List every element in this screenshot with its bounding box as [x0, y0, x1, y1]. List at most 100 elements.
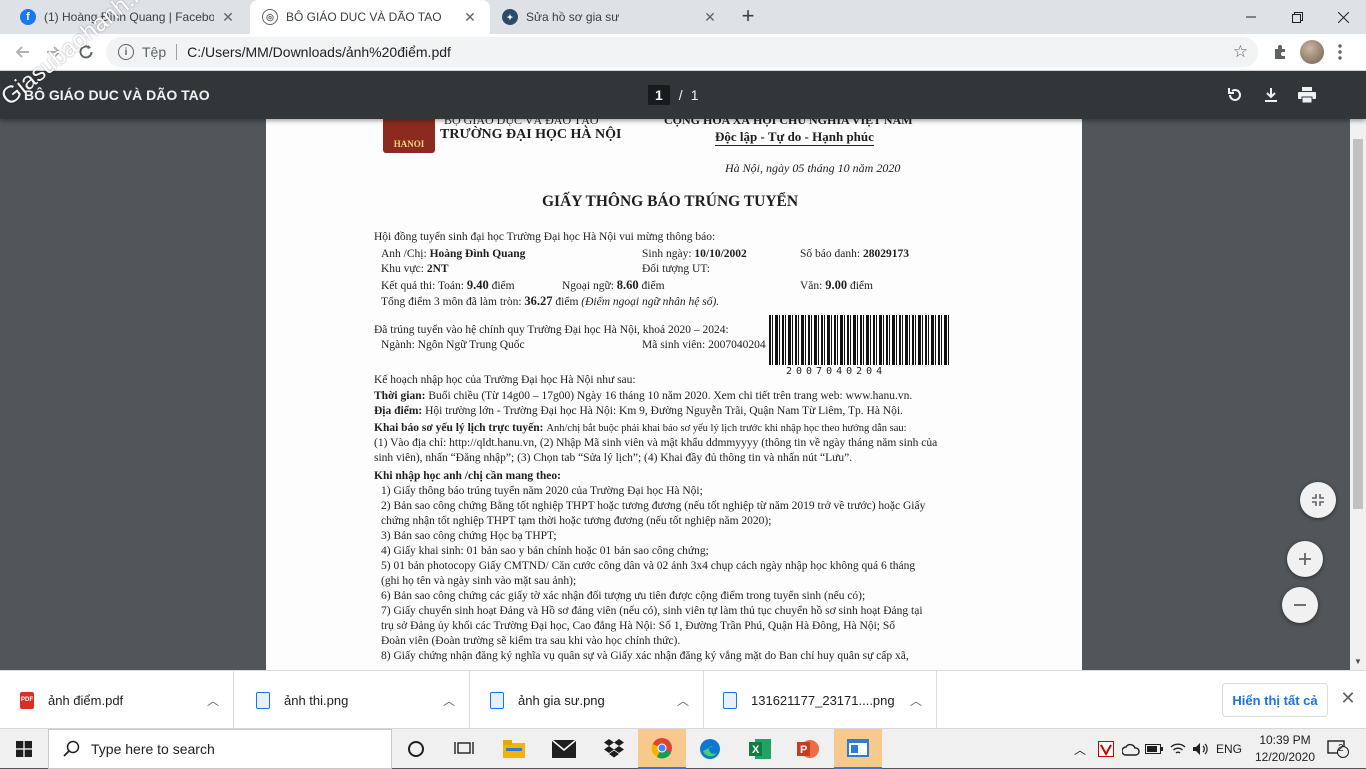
- windows-start-icon[interactable]: [0, 729, 48, 769]
- new-tab-button[interactable]: +: [736, 5, 760, 29]
- requirement-item: chứng nhận tốt nghiệp THPT tạm thời hoặc…: [381, 515, 772, 527]
- language-indicator[interactable]: ENG: [1214, 729, 1244, 769]
- excel-icon[interactable]: X: [736, 729, 784, 769]
- vertical-scrollbar[interactable]: ▲ ▼: [1350, 71, 1366, 670]
- pdf-page: HANOI BỘ GIÁO DỤC VÀ ĐÀO TẠO TRƯỜNG ĐẠI …: [266, 119, 1082, 670]
- task-view-icon[interactable]: [440, 729, 488, 769]
- document-heading: GIẤY THÔNG BÁO TRÚNG TUYỂN: [542, 193, 799, 210]
- close-icon[interactable]: ✕: [702, 9, 718, 26]
- pdf-title: BÔ GIÁO DUC VÀ DÃO TAO: [24, 87, 210, 103]
- browser-toolbar: i Tệp C:/Users/MM/Downloads/ảnh%20điểm.p…: [0, 34, 1366, 71]
- notification-count: 2: [1338, 743, 1344, 754]
- cloud-icon[interactable]: [1120, 729, 1142, 769]
- name-row: Anh /Chị: Hoàng Đình Quang: [381, 248, 526, 260]
- scroll-down-icon[interactable]: ▼: [1354, 657, 1362, 666]
- image-file-icon: [723, 691, 737, 709]
- close-icon[interactable]: ✕: [462, 9, 478, 26]
- requirement-item: 1) Giấy thông báo trúng tuyển năm 2020 c…: [381, 485, 703, 497]
- student-id-line: Mã sinh viên: 2007040204: [642, 339, 766, 351]
- info-icon[interactable]: i: [118, 44, 134, 60]
- globe-icon: ◎: [262, 9, 278, 25]
- close-window-icon[interactable]: [1320, 0, 1366, 34]
- search-placeholder: Type here to search: [91, 741, 215, 757]
- taskbar-search-input[interactable]: Type here to search: [48, 729, 392, 769]
- pdf-viewport[interactable]: HANOI BỘ GIÁO DỤC VÀ ĐÀO TẠO TRƯỜNG ĐẠI …: [0, 119, 1350, 670]
- download-shelf: PDF ảnh điểm.pdf ︿ ảnh thi.png ︿ ảnh gia…: [0, 670, 1366, 729]
- requirement-item: 8) Giấy chứng nhận đăng ký nghĩa vụ quân…: [381, 650, 909, 662]
- dropbox-icon[interactable]: [590, 729, 638, 769]
- volume-icon[interactable]: [1190, 729, 1210, 769]
- window-app-icon[interactable]: [834, 729, 882, 769]
- minimize-icon[interactable]: [1228, 0, 1274, 34]
- tab-strip: f (1) Hoàng Đình Quang | Faceboo ✕ ◎ BÔ …: [0, 0, 1366, 34]
- requirement-item: 5) 01 bản photocopy Giấy CMTND/ Căn cước…: [381, 560, 916, 572]
- zoom-out-button[interactable]: [1282, 587, 1318, 623]
- tab-pdf[interactable]: ◎ BÔ GIÁO DUC VÀ DÃO TAO ✕: [250, 0, 490, 34]
- menu-dots-icon[interactable]: [1328, 40, 1352, 64]
- plan-line: Kế hoạch nhập học của Trường Đại học Hà …: [374, 374, 636, 386]
- republic-name: CỘNG HÒA XÃ HỘI CHỦ NGHĨA VIỆT NAM: [664, 119, 913, 127]
- page-separator: /: [678, 87, 683, 103]
- profile-avatar[interactable]: [1300, 40, 1324, 64]
- file-explorer-icon[interactable]: [490, 729, 538, 769]
- mail-icon[interactable]: [540, 729, 588, 769]
- download-name: 131621177_23171....png: [751, 692, 895, 708]
- rotate-icon[interactable]: [1224, 84, 1246, 106]
- download-item[interactable]: PDF ảnh điểm.pdf ︿: [0, 671, 234, 729]
- fit-page-button[interactable]: [1300, 482, 1336, 518]
- battery-icon[interactable]: [1144, 729, 1164, 769]
- download-icon[interactable]: [1260, 84, 1282, 106]
- requirement-item: 4) Giấy khai sinh: 01 bản sao y bản chín…: [381, 545, 709, 557]
- math-score: Kết quả thi: Toán: 9.40 điểm: [381, 278, 515, 292]
- show-all-downloads-button[interactable]: Hiển thị tất cả: [1222, 683, 1328, 717]
- address-bar[interactable]: i Tệp C:/Users/MM/Downloads/ảnh%20điểm.p…: [106, 37, 1258, 67]
- close-icon[interactable]: ✕: [220, 9, 236, 26]
- download-name: ảnh thi.png: [284, 692, 349, 708]
- chevron-up-icon[interactable]: ︿: [663, 692, 703, 709]
- time-line: Thời gian: Buổi chiều (Từ 14g00 – 17g00)…: [374, 390, 913, 402]
- wifi-icon[interactable]: [1168, 729, 1188, 769]
- bookmark-star-icon[interactable]: ☆: [1233, 42, 1248, 62]
- taskbar-clock[interactable]: 10:39 PM 12/20/2020: [1252, 732, 1318, 766]
- site-icon: ✦: [502, 9, 518, 25]
- greeting-line: Hội đồng tuyển sinh đại học Trường Đại h…: [374, 231, 716, 243]
- powerpoint-icon[interactable]: P: [784, 729, 832, 769]
- total-score: Tổng điểm 3 môn đã làm tròn: 36.27 điểm …: [381, 294, 720, 308]
- chevron-up-icon[interactable]: ︿: [896, 692, 936, 709]
- declare-line-3: sinh viên), nhấn “Đăng nhập”; (3) Chọn t…: [374, 452, 853, 464]
- download-item[interactable]: 131621177_23171....png ︿: [703, 671, 937, 729]
- facebook-icon: f: [20, 9, 36, 25]
- tab-title: BÔ GIÁO DUC VÀ DÃO TAO: [286, 10, 442, 24]
- national-motto: Độc lập - Tự do - Hạnh phúc: [715, 129, 874, 146]
- page-number-input[interactable]: 1: [648, 85, 670, 105]
- admission-line: Đã trúng tuyển vào hệ chính quy Trường Đ…: [374, 324, 729, 336]
- download-item[interactable]: ảnh gia sư.png ︿: [470, 671, 704, 729]
- edge-icon[interactable]: [686, 729, 734, 769]
- clock-date: 12/20/2020: [1254, 750, 1316, 764]
- download-item[interactable]: ảnh thi.png ︿: [236, 671, 470, 729]
- close-icon[interactable]: ✕: [1338, 688, 1358, 712]
- tab-title: Sửa hồ sơ gia sư: [526, 10, 620, 24]
- chevron-up-icon[interactable]: ︿: [193, 692, 233, 709]
- divider: [176, 44, 178, 60]
- cortana-icon[interactable]: [392, 729, 440, 769]
- scrollbar-thumb[interactable]: [1353, 139, 1363, 509]
- tab-tutor[interactable]: ✦ Sửa hồ sơ gia sư ✕: [490, 0, 730, 34]
- major-line: Ngành: Ngôn Ngữ Trung Quốc: [381, 339, 525, 351]
- chrome-icon[interactable]: [638, 729, 686, 769]
- extensions-icon[interactable]: [1268, 40, 1292, 64]
- chevron-up-icon[interactable]: ︿: [1070, 729, 1090, 769]
- pdf-icon: PDF: [20, 691, 34, 709]
- notification-center-icon[interactable]: 2: [1320, 729, 1356, 769]
- restore-icon[interactable]: [1274, 0, 1320, 34]
- candidate-number: Số báo danh: 28029173: [800, 248, 909, 260]
- zoom-in-button[interactable]: [1287, 541, 1323, 577]
- requirement-item: 7) Giấy chuyển sinh hoạt Đảng và Hồ sơ đ…: [381, 605, 923, 617]
- print-icon[interactable]: [1296, 84, 1318, 106]
- url-text[interactable]: C:/Users/MM/Downloads/ảnh%20điểm.pdf: [187, 44, 451, 60]
- chevron-up-icon[interactable]: ︿: [429, 692, 469, 709]
- university-name: TRƯỜNG ĐẠI HỌC HÀ NỘI: [440, 127, 622, 142]
- page-indicator: 1 / 1: [648, 85, 698, 105]
- place-line: Địa điểm: Hội trường lớn - Trường Đại họ…: [374, 405, 903, 417]
- antivirus-icon[interactable]: [1095, 729, 1117, 769]
